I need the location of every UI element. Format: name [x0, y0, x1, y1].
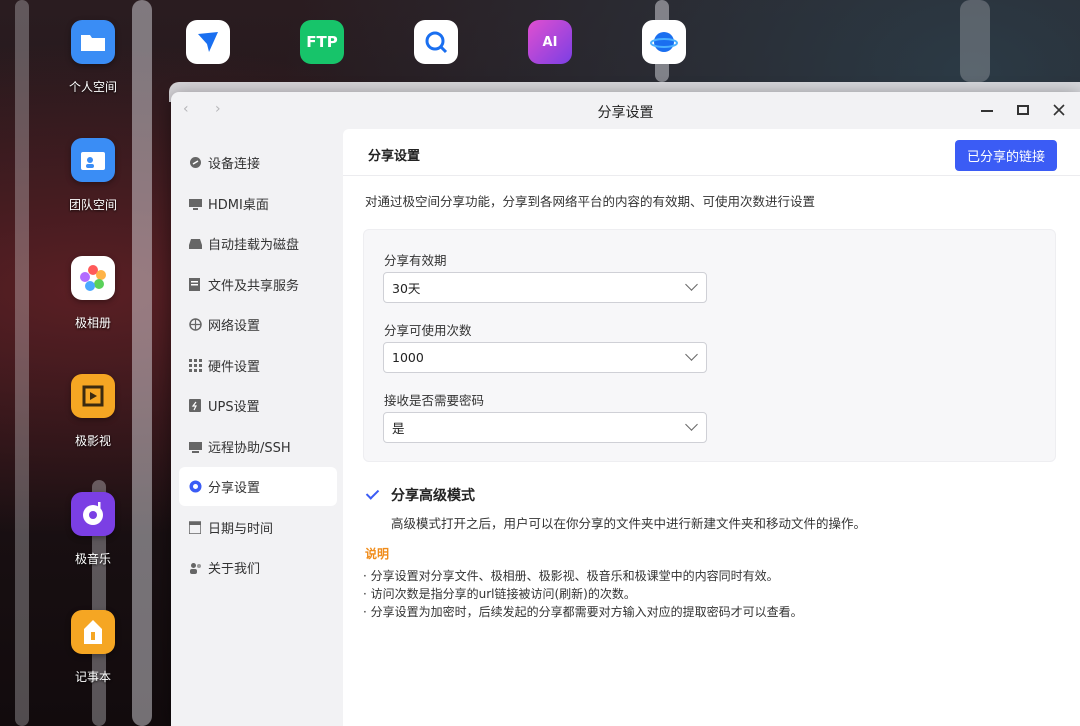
- note-line: · 访问次数是指分享的url链接被访问(刷新)的次数。: [363, 587, 636, 601]
- users-icon: [188, 561, 202, 575]
- video-icon: [71, 374, 115, 418]
- desktop-icon-video[interactable]: 极影视: [48, 374, 138, 449]
- usage-count-label: 分享可使用次数: [384, 323, 472, 338]
- share-options-panel: 分享有效期 30天 分享可使用次数 1000 接收是否需要密码 是: [363, 229, 1056, 462]
- search-app-icon[interactable]: [414, 20, 458, 64]
- advanced-mode-checkbox[interactable]: [365, 487, 381, 503]
- desktop-icon-label: 极音乐: [74, 552, 111, 566]
- file-share-icon: [188, 278, 202, 292]
- desktop-icon-label: 个人空间: [68, 80, 117, 94]
- desktop-icon-label: 记事本: [74, 670, 111, 684]
- sidebar-item-network[interactable]: 网络设置: [179, 305, 337, 344]
- sidebar-item-auto-mount[interactable]: 自动挂载为磁盘: [179, 224, 337, 263]
- sidebar-item-label: 文件及共享服务: [208, 279, 300, 294]
- maximize-button[interactable]: [1011, 98, 1035, 122]
- usage-count-select[interactable]: 1000: [383, 342, 707, 373]
- sidebar-item-label: UPS设置: [208, 400, 260, 415]
- notes-title: 说明: [365, 547, 390, 561]
- sidebar-item-label: 设备连接: [208, 157, 261, 172]
- advanced-mode-description: 高级模式打开之后，用户可以在你分享的文件夹中进行新建文件夹和移动文件的操作。: [391, 516, 867, 531]
- desktop-icon-photos[interactable]: 极相册: [48, 256, 138, 331]
- note-line: · 分享设置为加密时，后续发起的分享都需要对方输入对应的提取密码才可以查看。: [363, 605, 803, 619]
- sidebar-item-label: 关于我们: [208, 562, 261, 577]
- chevron-down-icon: [685, 278, 698, 291]
- sidebar-item-label: 自动挂载为磁盘: [208, 238, 300, 253]
- password-required-label: 接收是否需要密码: [384, 393, 485, 408]
- link-icon: [188, 156, 202, 170]
- sidebar-item-ups[interactable]: UPS设置: [179, 386, 337, 425]
- validity-select[interactable]: 30天: [383, 272, 707, 303]
- window-title: 分享设置: [597, 105, 654, 121]
- desktop-icon-label: 团队空间: [68, 198, 117, 212]
- password-required-select[interactable]: 是: [383, 412, 707, 443]
- sidebar-item-share-settings[interactable]: 分享设置: [179, 467, 337, 506]
- globe-icon: [188, 318, 202, 332]
- terminal-icon: [188, 440, 202, 454]
- ups-icon: [188, 399, 202, 413]
- sidebar-item-remote-ssh[interactable]: 远程协助/SSH: [179, 427, 337, 466]
- validity-label: 分享有效期: [384, 253, 447, 268]
- window-titlebar[interactable]: ‹ › 分享设置: [171, 92, 1080, 129]
- notepad-icon: [71, 610, 115, 654]
- sidebar-item-label: 日期与时间: [208, 522, 274, 537]
- team-folder-icon: [71, 138, 115, 182]
- desktop-icon-team-space[interactable]: 团队空间: [48, 138, 138, 213]
- note-line: · 分享设置对分享文件、极相册、极影视、极音乐和极课堂中的内容同时有效。: [363, 569, 779, 583]
- share-settings-window: ‹ › 分享设置 设备连接 HDMI桌面 自动挂载为磁盘 文件及共享服务 网络设…: [171, 92, 1080, 726]
- ai-app-icon[interactable]: AI: [528, 20, 572, 64]
- sidebar-item-label: 硬件设置: [208, 360, 261, 375]
- sidebar-item-label: 分享设置: [208, 481, 261, 496]
- chevron-down-icon: [685, 418, 698, 431]
- folder-icon: [71, 20, 115, 64]
- sidebar-item-date-time[interactable]: 日期与时间: [179, 508, 337, 547]
- chevron-down-icon: [685, 348, 698, 361]
- sidebar-item-hdmi[interactable]: HDMI桌面: [179, 184, 337, 223]
- advanced-mode-title: 分享高级模式: [391, 488, 475, 504]
- monitor-icon: [188, 197, 202, 211]
- disk-icon: [188, 237, 202, 251]
- desktop-icon-label: 极影视: [74, 434, 111, 448]
- minimize-button[interactable]: [975, 98, 999, 122]
- sidebar-item-file-share[interactable]: 文件及共享服务: [179, 265, 337, 304]
- validity-value: 30天: [392, 281, 421, 296]
- settings-content: 分享设置 已分享的链接 对通过极空间分享功能，分享到各网络平台的内容的有效期、可…: [343, 129, 1080, 726]
- shared-links-button[interactable]: 已分享的链接: [955, 140, 1057, 171]
- settings-sidebar: 设备连接 HDMI桌面 自动挂载为磁盘 文件及共享服务 网络设置 硬件设置 UP…: [171, 129, 343, 726]
- content-title: 分享设置: [368, 149, 421, 164]
- close-button[interactable]: [1047, 98, 1071, 122]
- grid-icon: [188, 359, 202, 373]
- sidebar-item-hardware[interactable]: 硬件设置: [179, 346, 337, 385]
- music-icon: [71, 492, 115, 536]
- sidebar-item-about[interactable]: 关于我们: [179, 548, 337, 587]
- usage-count-value: 1000: [392, 350, 424, 365]
- content-header: 分享设置 已分享的链接: [343, 129, 1080, 176]
- sidebar-item-label: HDMI桌面: [208, 198, 269, 213]
- sidebar-item-label: 网络设置: [208, 319, 261, 334]
- share-icon: [188, 480, 202, 494]
- calendar-icon: [188, 521, 202, 535]
- password-required-value: 是: [392, 421, 405, 436]
- photos-icon: [71, 256, 115, 300]
- desktop-icon-personal-space[interactable]: 个人空间: [48, 20, 138, 95]
- sidebar-item-device-connect[interactable]: 设备连接: [179, 143, 337, 182]
- sidebar-item-label: 远程协助/SSH: [208, 441, 291, 456]
- browser-globe-icon[interactable]: [642, 20, 686, 64]
- desktop-icon-notepad[interactable]: 记事本: [48, 610, 138, 685]
- desktop-icon-music[interactable]: 极音乐: [48, 492, 138, 567]
- ftp-icon[interactable]: FTP: [300, 20, 344, 64]
- settings-description: 对通过极空间分享功能，分享到各网络平台的内容的有效期、可使用次数进行设置: [365, 194, 816, 209]
- advanced-mode-toggle[interactable]: 分享高级模式: [365, 485, 475, 505]
- desktop-icon-label: 极相册: [74, 316, 111, 330]
- thunder-download-icon[interactable]: [186, 20, 230, 64]
